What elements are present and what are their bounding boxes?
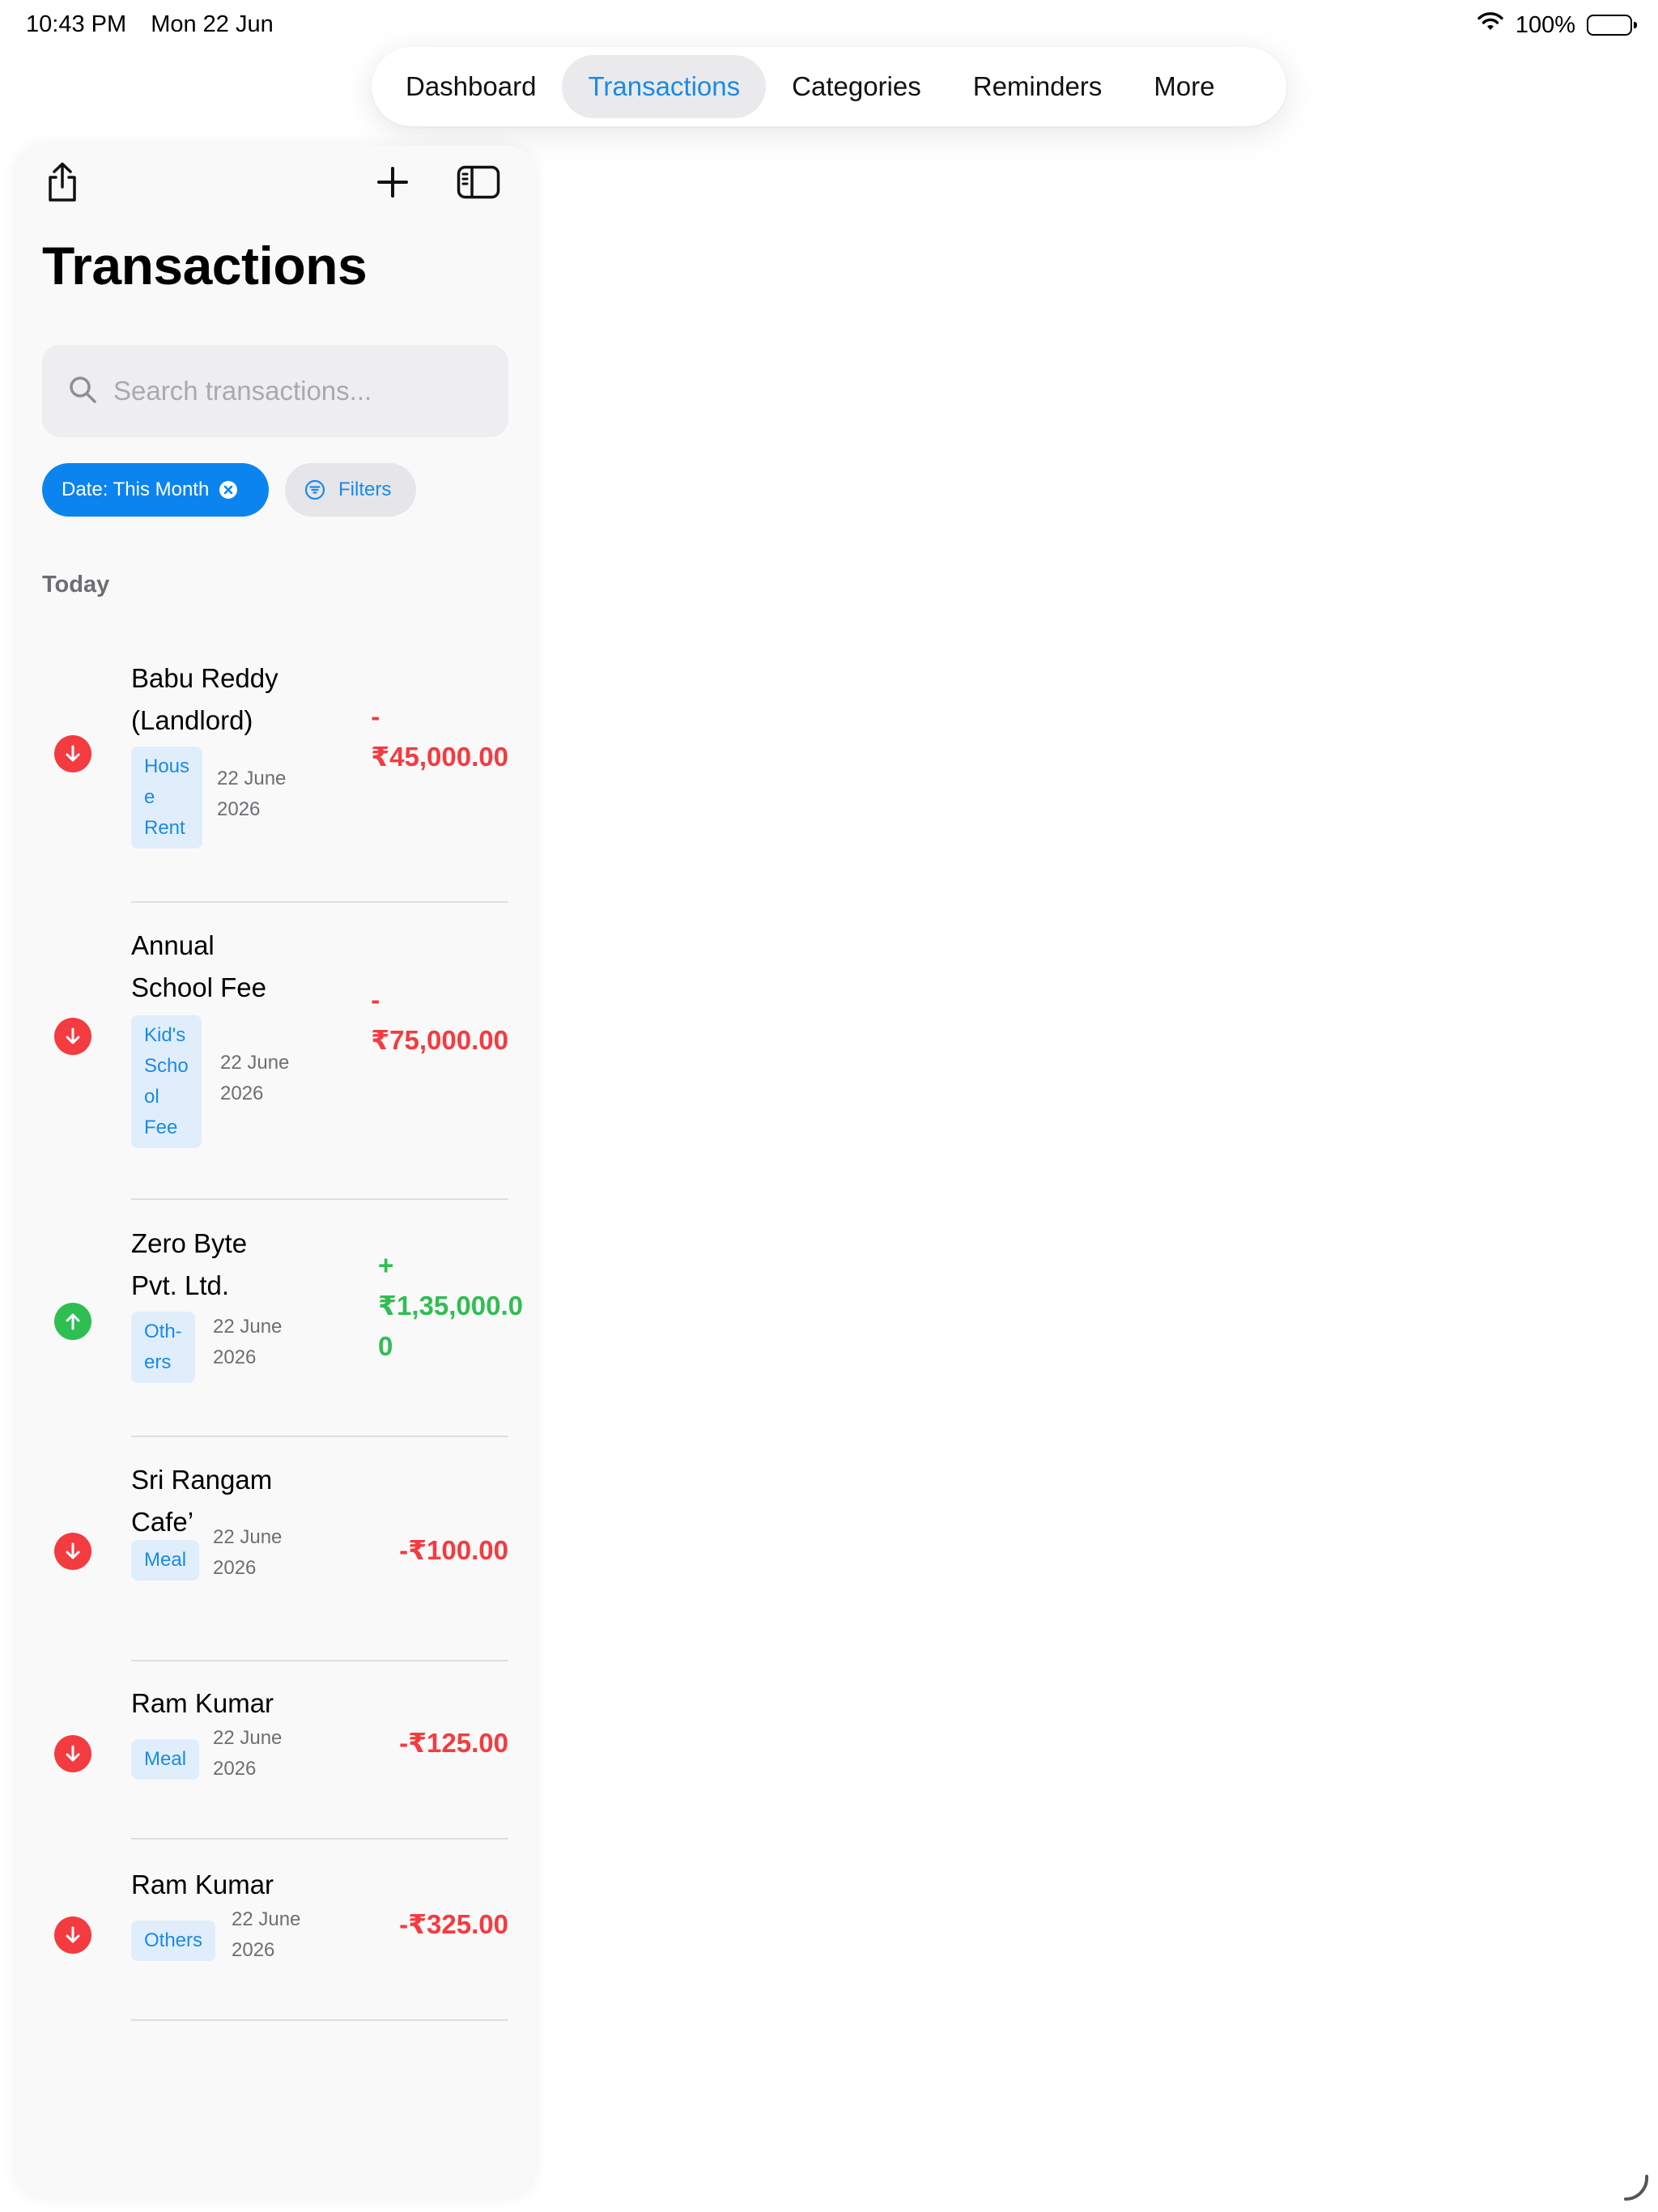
search-bar[interactable]: [42, 345, 508, 437]
tab-more[interactable]: More: [1128, 55, 1240, 118]
expense-arrow-down-icon: [54, 1533, 91, 1570]
transaction-date: 22 June 2026: [213, 1526, 283, 1579]
transaction-name: Ram Kumar: [131, 1688, 274, 1718]
filters-label: Filters: [338, 479, 392, 500]
category-tag: Kid's Scho ol Fee: [131, 1015, 202, 1148]
window-resize-handle[interactable]: [1619, 2172, 1652, 2204]
section-header-today: Today: [42, 572, 110, 598]
status-right: 100%: [1477, 11, 1637, 39]
row-divider: [131, 1436, 508, 1437]
row-divider: [131, 2019, 508, 2021]
transaction-row[interactable]: Ram Kumar Others 22 June 2026 -₹325.00: [16, 1854, 534, 2035]
tab-dashboard[interactable]: Dashboard: [380, 55, 562, 118]
row-divider: [131, 901, 508, 903]
row-divider: [131, 1838, 508, 1840]
transaction-name: Ram Kumar: [131, 1870, 274, 1899]
transaction-name: Annual School Fee: [131, 930, 266, 1002]
row-divider: [131, 1660, 508, 1661]
transaction-date: 22 June 2026: [213, 1727, 283, 1780]
transaction-amount: + ₹1,35,000.0 0: [378, 1250, 523, 1361]
category-tag: Hous e Rent: [131, 747, 203, 849]
transaction-date: 22 June 2026: [232, 1908, 301, 1961]
search-icon: [68, 375, 97, 408]
transaction-date: 22 June 2026: [220, 1052, 290, 1104]
transaction-name: Babu Reddy (Landlord): [131, 663, 278, 735]
add-transaction-icon[interactable]: [369, 159, 416, 206]
category-tag: Meal: [131, 1540, 200, 1580]
expense-arrow-down-icon: [54, 1916, 91, 1954]
transaction-row[interactable]: Annual School Fee Kid's Scho ol Fee 22 J…: [16, 915, 534, 1213]
sidebar-toggle-icon[interactable]: [455, 159, 502, 206]
tab-transactions[interactable]: Transactions: [562, 55, 767, 118]
tab-categories[interactable]: Categories: [766, 55, 947, 118]
page-title: Transactions: [42, 236, 368, 296]
tab-reminders[interactable]: Reminders: [947, 55, 1129, 118]
transaction-date: 22 June 2026: [217, 768, 287, 820]
income-arrow-up-icon: [54, 1303, 91, 1340]
transaction-row[interactable]: Babu Reddy (Landlord) Hous e Rent 22 Jun…: [16, 648, 534, 915]
filters-button[interactable]: Filters: [285, 463, 416, 517]
wifi-icon: [1477, 11, 1504, 39]
filter-icon: [304, 479, 325, 500]
transaction-amount: - ₹75,000.00: [371, 985, 508, 1055]
date-filter-label: Date: This Month: [62, 479, 210, 500]
transaction-row[interactable]: Ram Kumar Meal 22 June 2026 -₹125.00: [16, 1673, 534, 1854]
transaction-amount: -₹100.00: [399, 1535, 508, 1565]
transaction-amount: - ₹45,000.00: [371, 701, 508, 772]
top-tab-bar: Dashboard Transactions Categories Remind…: [372, 47, 1286, 126]
transaction-name: Zero Byte Pvt. Ltd.: [131, 1228, 248, 1300]
status-date: Mon 22 Jun: [151, 11, 274, 37]
category-tag: Others: [131, 1921, 216, 1961]
expense-arrow-down-icon: [54, 735, 91, 772]
clear-filter-icon[interactable]: [219, 480, 238, 500]
expense-arrow-down-icon: [54, 1018, 91, 1055]
share-icon[interactable]: [39, 159, 86, 206]
battery-percent: 100%: [1515, 11, 1575, 38]
transaction-date: 22 June 2026: [213, 1316, 283, 1368]
transaction-amount: -₹125.00: [399, 1728, 508, 1758]
transaction-amount: -₹325.00: [399, 1909, 508, 1939]
status-left: 10:43 PM Mon 22 Jun: [26, 11, 291, 38]
search-input[interactable]: [113, 376, 494, 406]
expense-arrow-down-icon: [54, 1735, 91, 1772]
category-tag: Oth- ers: [131, 1312, 195, 1383]
battery-icon: [1587, 15, 1637, 36]
row-divider: [131, 1198, 508, 1200]
transactions-sidebar: Transactions Date: This Month Filters: [16, 146, 534, 2196]
transaction-row[interactable]: Zero Byte Pvt. Ltd. Oth- ers 22 June 202…: [16, 1213, 534, 1449]
status-bar: 10:43 PM Mon 22 Jun 100%: [0, 0, 1658, 52]
transaction-row[interactable]: Sri Rangam Cafe’ Meal 22 June 2026 -₹100…: [16, 1449, 534, 1673]
date-filter-chip[interactable]: Date: This Month: [42, 463, 269, 517]
status-time: 10:43 PM: [26, 11, 127, 37]
category-tag: Meal: [131, 1739, 200, 1780]
